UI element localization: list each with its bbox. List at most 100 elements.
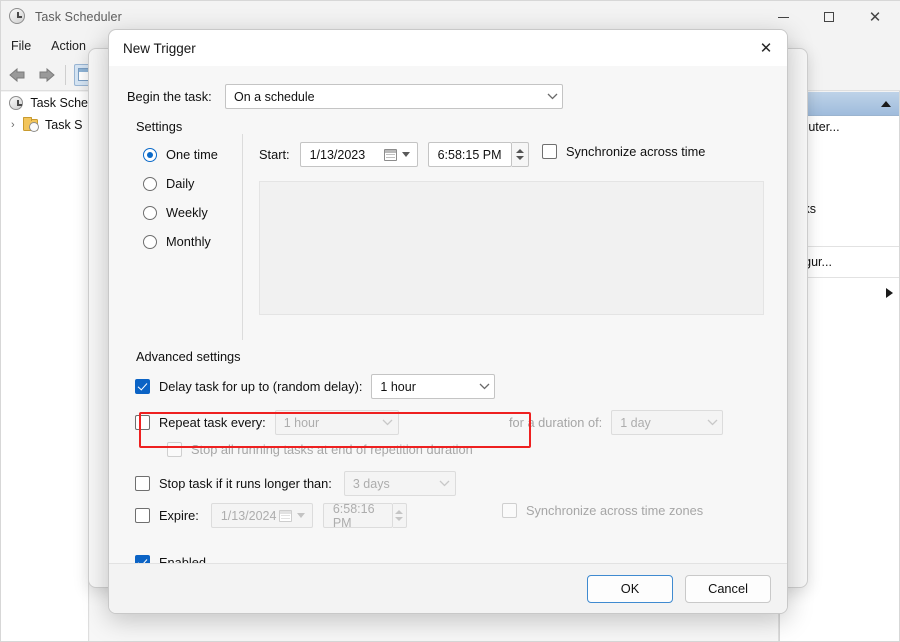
- synchronize-across-time-label: Synchronize across time: [566, 144, 705, 159]
- forward-arrow-icon[interactable]: [35, 66, 57, 84]
- radio-indicator: [143, 148, 157, 162]
- expire-time-value: 6:58:16 PM: [333, 502, 392, 530]
- begin-task-select[interactable]: On a schedule: [225, 84, 563, 109]
- radio-monthly[interactable]: Monthly: [143, 227, 218, 256]
- chevron-down-icon: [702, 419, 722, 426]
- console-tree-pane: Task Sche › Task S: [1, 92, 89, 641]
- tree-item-task-scheduler-library[interactable]: › Task S: [1, 114, 88, 136]
- maximize-button[interactable]: [806, 1, 852, 33]
- calendar-icon: [279, 510, 292, 522]
- radio-label: Monthly: [166, 234, 211, 249]
- expire-label: Expire:: [159, 508, 199, 523]
- spinner-down-icon[interactable]: [395, 517, 403, 521]
- synchronize-across-time-zones-checkbox[interactable]: [502, 503, 517, 518]
- schedule-options-panel: [259, 181, 764, 315]
- spinner-buttons[interactable]: [393, 503, 407, 528]
- maximize-icon: [824, 12, 834, 22]
- radio-daily[interactable]: Daily: [143, 169, 218, 198]
- new-trigger-dialog: New Trigger ✕ Begin the task: On a sched…: [108, 29, 788, 614]
- dialog-titlebar: New Trigger: [109, 30, 788, 66]
- window-title: Task Scheduler: [35, 10, 122, 24]
- advanced-settings-group-label: Advanced settings: [131, 349, 246, 364]
- calendar-icon: [384, 149, 397, 161]
- start-time-stepper[interactable]: 6:58:15 PM: [428, 142, 529, 167]
- spinner-buttons[interactable]: [512, 142, 529, 167]
- stop-task-longer-than-value: 3 days: [353, 477, 435, 491]
- schedule-frequency-radio-group: One time Daily Weekly Monthly: [143, 140, 218, 256]
- radio-label: One time: [166, 147, 218, 162]
- radio-label: Daily: [166, 176, 194, 191]
- radio-weekly[interactable]: Weekly: [143, 198, 218, 227]
- repeat-duration-select[interactable]: 1 day: [611, 410, 723, 435]
- tree-item-task-scheduler-local[interactable]: Task Sche: [1, 92, 88, 114]
- advanced-settings-group: Advanced settings Delay task for up to (…: [121, 358, 777, 542]
- repeat-task-row[interactable]: Repeat task every: 1 hour: [135, 410, 399, 435]
- dialog-body: Begin the task: On a schedule Settings O…: [109, 66, 788, 579]
- chevron-right-icon[interactable]: ›: [11, 119, 23, 131]
- settings-group-label: Settings: [131, 119, 187, 134]
- radio-label: Weekly: [166, 205, 208, 220]
- start-date-value: 1/13/2023: [310, 148, 384, 162]
- tree-item-label: Task S: [45, 118, 83, 132]
- ok-button[interactable]: OK: [587, 575, 673, 603]
- expire-date-input[interactable]: 1/13/2024: [211, 503, 313, 528]
- menu-file[interactable]: File: [1, 36, 41, 56]
- toolbar-separator: [65, 65, 66, 85]
- back-arrow-icon[interactable]: [7, 66, 29, 84]
- stop-task-longer-than-label: Stop task if it runs longer than:: [159, 476, 332, 491]
- expire-checkbox[interactable]: [135, 508, 150, 523]
- radio-one-time[interactable]: One time: [143, 140, 218, 169]
- delay-task-checkbox[interactable]: [135, 379, 150, 394]
- spinner-up-icon[interactable]: [516, 149, 524, 153]
- start-date-input[interactable]: 1/13/2023: [300, 142, 418, 167]
- delay-task-value: 1 hour: [380, 380, 474, 394]
- dropdown-arrow-icon: [297, 513, 305, 518]
- begin-task-label: Begin the task:: [127, 89, 225, 104]
- delay-task-row[interactable]: Delay task for up to (random delay): 1 h…: [135, 374, 495, 399]
- clock-icon: [9, 95, 26, 111]
- chevron-down-icon: [474, 383, 494, 390]
- expire-row[interactable]: Expire: 1/13/2024 6:58:16 PM: [135, 503, 407, 528]
- chevron-down-icon: [378, 419, 398, 426]
- stop-task-longer-than-checkbox[interactable]: [135, 476, 150, 491]
- radio-indicator: [143, 235, 157, 249]
- repeat-task-label: Repeat task every:: [159, 415, 266, 430]
- close-button[interactable]: ✕: [852, 1, 898, 33]
- collapse-chevron-up-icon[interactable]: [881, 101, 891, 107]
- stop-all-running-tasks-checkbox[interactable]: [167, 442, 182, 457]
- expand-arrow-right-icon: [886, 288, 893, 298]
- begin-task-value: On a schedule: [234, 90, 542, 104]
- repeat-task-value: 1 hour: [284, 416, 378, 430]
- start-time-value: 6:58:15 PM: [438, 148, 502, 162]
- stop-task-longer-than-select[interactable]: 3 days: [344, 471, 456, 496]
- stop-all-running-tasks-row[interactable]: Stop all running tasks at end of repetit…: [167, 442, 473, 457]
- dropdown-arrow-icon: [402, 152, 410, 157]
- settings-divider: [242, 134, 243, 340]
- minimize-icon: [778, 17, 789, 18]
- cancel-button[interactable]: Cancel: [685, 575, 771, 603]
- folder-clock-icon: [23, 117, 41, 133]
- start-time-input[interactable]: 6:58:15 PM: [428, 142, 512, 167]
- dialog-close-button[interactable]: ✕: [751, 35, 781, 61]
- synchronize-across-time-zones-row[interactable]: Synchronize across time zones: [502, 503, 703, 518]
- expire-date-value: 1/13/2024: [221, 509, 279, 523]
- stop-task-longer-than-row[interactable]: Stop task if it runs longer than: 3 days: [135, 471, 456, 496]
- repeat-task-select[interactable]: 1 hour: [275, 410, 399, 435]
- radio-indicator: [143, 206, 157, 220]
- expire-time-stepper[interactable]: 6:58:16 PM: [323, 503, 407, 528]
- expire-time-input[interactable]: 6:58:16 PM: [323, 503, 393, 528]
- delay-task-select[interactable]: 1 hour: [371, 374, 495, 399]
- start-label: Start:: [259, 147, 290, 162]
- spinner-up-icon[interactable]: [395, 510, 403, 514]
- spinner-down-icon[interactable]: [516, 156, 524, 160]
- begin-task-row: Begin the task: On a schedule: [127, 84, 563, 109]
- repeat-task-checkbox[interactable]: [135, 415, 150, 430]
- synchronize-across-time-row[interactable]: Synchronize across time: [542, 144, 705, 159]
- chevron-down-icon: [435, 480, 455, 487]
- repeat-duration-label: for a duration of:: [509, 415, 602, 430]
- delay-task-label: Delay task for up to (random delay):: [159, 379, 362, 394]
- stop-all-running-tasks-label: Stop all running tasks at end of repetit…: [191, 442, 473, 457]
- chevron-down-icon: [542, 93, 562, 100]
- synchronize-across-time-checkbox[interactable]: [542, 144, 557, 159]
- repeat-duration-value: 1 day: [620, 416, 702, 430]
